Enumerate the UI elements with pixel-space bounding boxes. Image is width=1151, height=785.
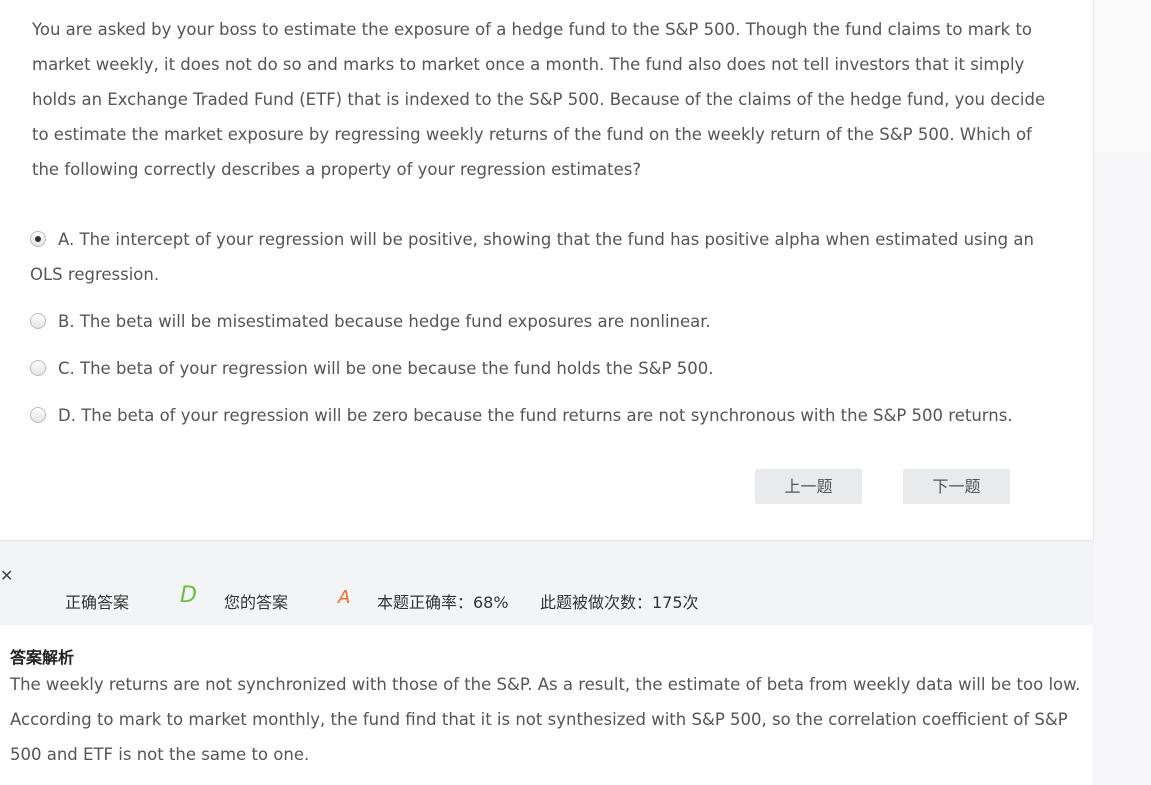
option-d[interactable]: D. The beta of your regression will be z… [30, 398, 1060, 433]
radio-unchecked-icon[interactable] [30, 407, 46, 423]
right-side-panel [1094, 0, 1151, 785]
right-side-panel-top [1094, 0, 1151, 152]
your-answer-label: 您的答案 [224, 593, 289, 612]
option-a[interactable]: A. The intercept of your regression will… [30, 222, 1060, 292]
answer-options: A. The intercept of your regression will… [30, 222, 1060, 433]
option-d-label: D. The beta of your regression will be z… [58, 406, 1013, 425]
accuracy-rate: 本题正确率：68% [377, 593, 509, 612]
radio-unchecked-icon[interactable] [30, 360, 46, 376]
option-b-label: B. The beta will be misestimated because… [58, 312, 711, 331]
radio-checked-icon[interactable] [30, 231, 46, 247]
your-answer-value: A [338, 587, 351, 608]
next-question-button[interactable]: 下一题 [903, 469, 1010, 504]
correct-answer-value: D [180, 583, 197, 608]
question-text: You are asked by your boss to estimate t… [32, 20, 1046, 179]
analysis-text: The weekly returns are not synchronized … [10, 675, 1081, 764]
attempt-count: 此题被做次数：175次 [540, 593, 699, 612]
question-card: You are asked by your boss to estimate t… [0, 0, 1094, 541]
analysis-title: 答案解析 [10, 648, 75, 667]
radio-unchecked-icon[interactable] [30, 313, 46, 329]
correct-answer-label: 正确答案 [65, 593, 130, 612]
option-a-label: A. The intercept of your regression will… [30, 230, 1034, 284]
option-c-label: C. The beta of your regression will be o… [58, 359, 714, 378]
previous-question-button[interactable]: 上一题 [755, 469, 862, 504]
wrong-x-icon: ✕ [0, 566, 14, 585]
option-b[interactable]: B. The beta will be misestimated because… [30, 304, 1060, 339]
option-c[interactable]: C. The beta of your regression will be o… [30, 351, 1060, 386]
